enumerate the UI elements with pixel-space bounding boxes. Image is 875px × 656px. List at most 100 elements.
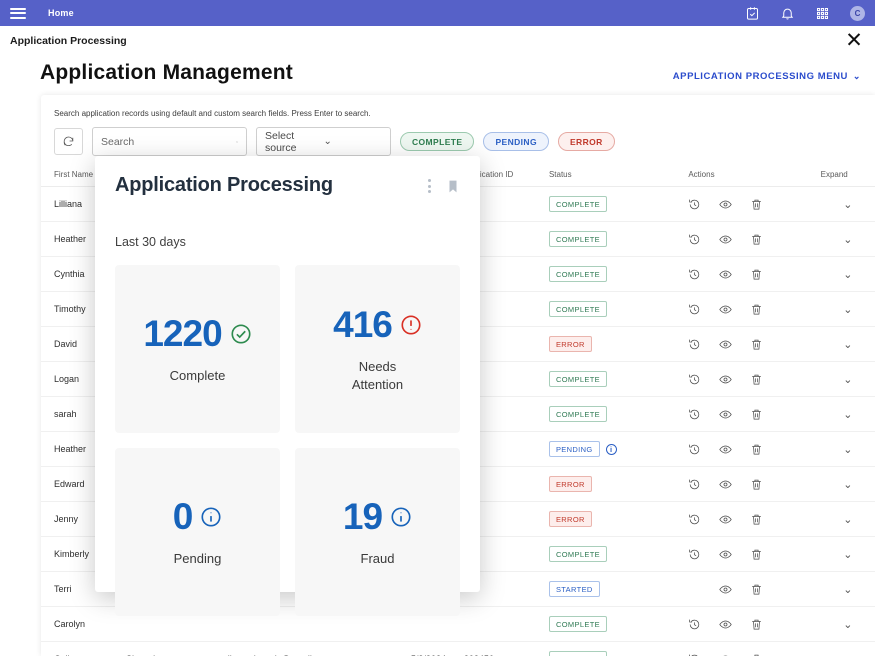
view-icon[interactable]: [719, 303, 732, 316]
cell-expand: ⌄: [820, 501, 875, 537]
chevron-down-icon[interactable]: ⌄: [843, 444, 852, 456]
delete-icon[interactable]: [750, 268, 763, 281]
checklist-icon[interactable]: [745, 6, 760, 21]
status-badge: COMPLETE: [548, 546, 607, 562]
status-badge: COMPLETE: [548, 266, 607, 282]
delete-icon[interactable]: [750, 548, 763, 561]
app-bar-actions: C: [745, 5, 865, 21]
status-badge: STARTED: [548, 581, 600, 597]
view-icon[interactable]: [719, 338, 732, 351]
history-icon[interactable]: [688, 653, 701, 656]
chevron-down-icon[interactable]: ⌄: [843, 234, 852, 246]
cell-actions: [688, 641, 821, 656]
delete-icon[interactable]: [750, 443, 763, 456]
search-input[interactable]: [101, 135, 236, 148]
chevron-down-icon[interactable]: ⌄: [843, 339, 852, 351]
chevron-down-icon[interactable]: ⌄: [843, 584, 852, 596]
delete-icon[interactable]: [750, 233, 763, 246]
application-processing-menu-link[interactable]: APPLICATION PROCESSING MENU ⌄: [673, 71, 861, 82]
delete-icon[interactable]: [750, 408, 763, 421]
filter-pill-error[interactable]: ERROR: [557, 132, 615, 151]
status-badge: PENDING: [548, 441, 600, 457]
cell-expand: ⌄: [820, 431, 875, 467]
stat-card[interactable]: 19 Fraud: [295, 448, 460, 616]
chevron-down-icon[interactable]: ⌄: [843, 199, 852, 211]
view-icon[interactable]: [719, 198, 732, 211]
cell-application-id: 202456: [463, 641, 549, 656]
close-icon[interactable]: ✕: [843, 30, 865, 52]
history-icon[interactable]: [688, 268, 701, 281]
history-icon[interactable]: [688, 338, 701, 351]
stat-card[interactable]: 1220 Complete: [115, 265, 280, 433]
chevron-down-icon[interactable]: ⌄: [843, 269, 852, 281]
menu-link-label: APPLICATION PROCESSING MENU: [672, 71, 848, 82]
delete-icon[interactable]: [750, 198, 763, 211]
view-icon[interactable]: [719, 268, 732, 281]
history-icon[interactable]: [688, 513, 701, 526]
view-icon[interactable]: [719, 408, 732, 421]
view-icon[interactable]: [719, 618, 732, 631]
source-select[interactable]: Select source ⌄: [256, 127, 391, 156]
chevron-down-icon[interactable]: ⌄: [843, 619, 852, 631]
cell-actions: [688, 221, 821, 257]
delete-icon[interactable]: [750, 618, 763, 631]
check-circle-icon: [230, 323, 252, 345]
history-icon[interactable]: [688, 373, 701, 386]
filter-pill-complete[interactable]: COMPLETE: [400, 132, 475, 151]
chevron-down-icon[interactable]: ⌄: [843, 374, 852, 386]
delete-icon[interactable]: [750, 513, 763, 526]
view-icon[interactable]: [719, 583, 732, 596]
delete-icon[interactable]: [750, 303, 763, 316]
column-status[interactable]: Status: [548, 165, 689, 187]
history-icon[interactable]: [688, 478, 701, 491]
stat-card[interactable]: 416 Needs Attention: [295, 265, 460, 433]
info-icon[interactable]: i: [605, 443, 617, 455]
history-icon[interactable]: [688, 443, 701, 456]
history-icon[interactable]: [688, 548, 701, 561]
cell-status: ERROR: [548, 326, 689, 362]
view-icon[interactable]: [719, 373, 732, 386]
delete-icon[interactable]: [750, 373, 763, 386]
hamburger-menu-icon[interactable]: [10, 7, 26, 19]
cell-expand: ⌄: [820, 361, 875, 397]
delete-icon[interactable]: [750, 338, 763, 351]
user-avatar[interactable]: C: [850, 5, 865, 21]
history-icon[interactable]: [688, 233, 701, 246]
bookmark-icon[interactable]: [446, 178, 460, 195]
cell-expand: ⌄: [820, 466, 875, 502]
chevron-down-icon[interactable]: ⌄: [843, 479, 852, 491]
view-icon[interactable]: [719, 233, 732, 246]
status-badge: COMPLETE: [548, 301, 607, 317]
history-icon[interactable]: [688, 408, 701, 421]
bell-icon[interactable]: [780, 6, 795, 21]
cell-first-name: Colleen: [41, 641, 127, 656]
delete-icon[interactable]: [750, 478, 763, 491]
history-icon[interactable]: [688, 198, 701, 211]
view-icon[interactable]: [719, 653, 732, 656]
history-icon[interactable]: [688, 303, 701, 316]
view-icon[interactable]: [719, 548, 732, 561]
history-icon[interactable]: [688, 618, 701, 631]
cell-status: COMPLETE: [548, 396, 689, 432]
cell-status: COMPLETE: [548, 361, 689, 397]
cell-expand: ⌄: [820, 291, 875, 327]
chevron-down-icon[interactable]: ⌄: [843, 514, 852, 526]
home-link[interactable]: Home: [48, 8, 74, 18]
view-icon[interactable]: [719, 443, 732, 456]
refresh-button[interactable]: [54, 128, 83, 155]
view-icon[interactable]: [719, 478, 732, 491]
delete-icon[interactable]: [750, 653, 763, 656]
chevron-down-icon[interactable]: ⌄: [843, 409, 852, 421]
chevron-down-icon[interactable]: ⌄: [843, 549, 852, 561]
filter-pill-pending[interactable]: PENDING: [483, 132, 549, 151]
grid-apps-icon[interactable]: [815, 6, 830, 21]
search-field[interactable]: [92, 127, 247, 156]
table-row[interactable]: ColleenSheredycolleen.sheredy@gmail.com5…: [41, 641, 875, 656]
more-vertical-icon[interactable]: [425, 177, 434, 195]
stat-label: Needs Attention: [351, 359, 404, 392]
cell-expand: ⌄: [820, 571, 875, 607]
delete-icon[interactable]: [750, 583, 763, 596]
stat-card[interactable]: 0 Pending: [115, 448, 280, 616]
chevron-down-icon[interactable]: ⌄: [843, 304, 852, 316]
view-icon[interactable]: [719, 513, 732, 526]
